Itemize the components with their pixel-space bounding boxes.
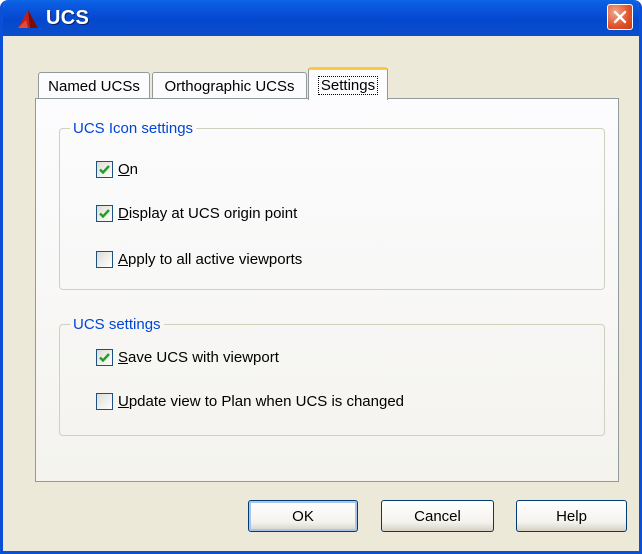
display-at-origin-checkbox[interactable]: [96, 205, 113, 222]
help-label: Help: [556, 507, 587, 525]
ucs-dialog: UCS Named UCSs Orthographic UCSs Setting…: [0, 0, 642, 554]
display-at-origin-label: Display at UCS origin point: [118, 205, 298, 222]
tab-orthographic-ucss[interactable]: Orthographic UCSs: [152, 72, 307, 100]
update-view-to-plan-checkbox-row[interactable]: Update view to Plan when UCS is changed: [96, 393, 404, 410]
update-view-to-plan-checkbox[interactable]: [96, 393, 113, 410]
settings-panel: UCS Icon settings On Display at UCS orig…: [35, 98, 619, 482]
on-checkbox[interactable]: [96, 161, 113, 178]
ok-label: OK: [292, 507, 314, 525]
group-title: UCS settings: [73, 316, 161, 333]
apply-to-all-label: Apply to all active viewports: [118, 251, 303, 268]
on-label: On: [118, 161, 139, 178]
save-with-viewport-label: Save UCS with viewport: [118, 349, 279, 366]
autocad-logo-icon: [18, 10, 38, 28]
cancel-label: Cancel: [414, 507, 461, 525]
ok-button[interactable]: OK: [248, 500, 358, 532]
apply-to-all-checkbox[interactable]: [96, 251, 113, 268]
save-with-viewport-checkbox[interactable]: [96, 349, 113, 366]
checkmark-icon: [99, 353, 110, 363]
apply-to-all-checkbox-row[interactable]: Apply to all active viewports: [96, 251, 302, 268]
tab-label: Named UCSs: [48, 78, 140, 95]
group-title: UCS Icon settings: [73, 120, 194, 137]
cancel-button[interactable]: Cancel: [381, 500, 494, 532]
close-button[interactable]: [607, 4, 633, 30]
ucs-settings-group: UCS settings: [59, 316, 605, 436]
tab-named-ucss[interactable]: Named UCSs: [38, 72, 150, 100]
checkmark-icon: [99, 165, 110, 175]
checkmark-icon: [99, 209, 110, 219]
close-icon: [613, 10, 627, 24]
help-button[interactable]: Help: [516, 500, 627, 532]
on-checkbox-row[interactable]: On: [96, 161, 138, 178]
title-bar[interactable]: UCS: [3, 0, 639, 36]
update-view-to-plan-label: Update view to Plan when UCS is changed: [118, 393, 405, 410]
save-with-viewport-checkbox-row[interactable]: Save UCS with viewport: [96, 349, 279, 366]
window-title: UCS: [46, 7, 90, 29]
display-at-origin-checkbox-row[interactable]: Display at UCS origin point: [96, 205, 297, 222]
tab-label: Settings: [317, 75, 379, 95]
tab-label: Orthographic UCSs: [164, 78, 295, 95]
tab-settings[interactable]: Settings: [308, 67, 388, 100]
